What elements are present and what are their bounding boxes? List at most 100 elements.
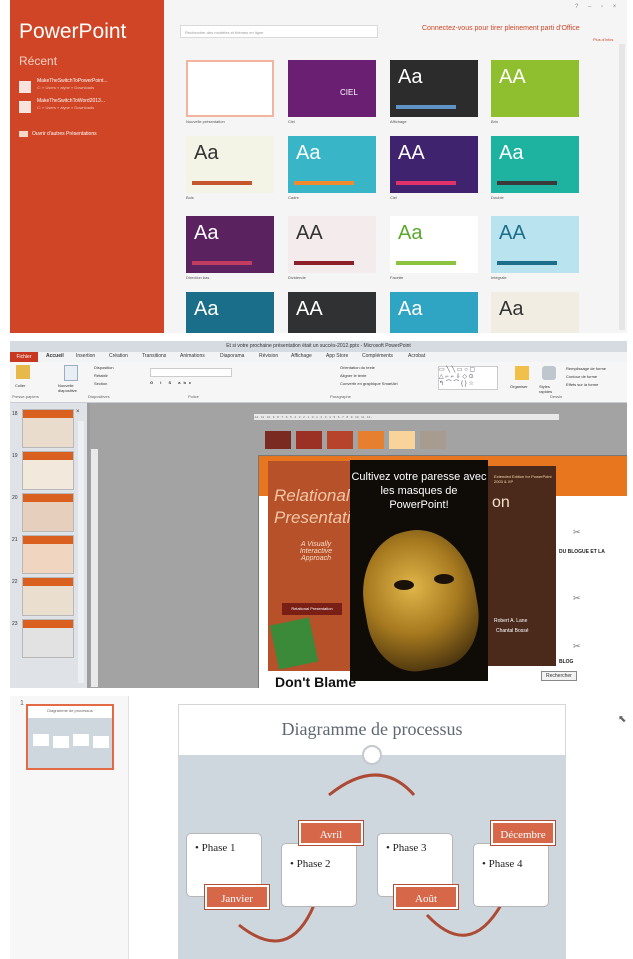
month-label[interactable]: Août bbox=[394, 885, 458, 909]
template-tile[interactable]: Aa bbox=[390, 60, 478, 117]
month-label[interactable]: Décembre bbox=[491, 821, 555, 845]
section-button[interactable]: Section bbox=[94, 381, 107, 386]
open-other-presentations[interactable]: Ouvrir d'autres Présentations bbox=[19, 131, 97, 137]
slide-thumbnail[interactable] bbox=[22, 619, 74, 658]
slide-thumbnail[interactable] bbox=[22, 535, 74, 574]
template-tile[interactable]: Aa bbox=[186, 136, 274, 193]
tab-app-store[interactable]: App Store bbox=[326, 353, 348, 359]
tab-file[interactable]: Fichier bbox=[10, 352, 38, 362]
font-name-select[interactable] bbox=[150, 368, 232, 377]
mask-panel[interactable]: Cultivez votre paresse avec les masques … bbox=[350, 460, 488, 681]
shape-fill-button[interactable]: Remplissage de forme bbox=[566, 366, 606, 371]
slide-number: 20 bbox=[12, 495, 18, 501]
slide-thumbnail[interactable] bbox=[22, 451, 74, 490]
book-cover-right[interactable]: Extended Edition for PowerPoint 2003 & X… bbox=[488, 466, 556, 666]
layout-button[interactable]: Disposition bbox=[94, 365, 114, 370]
shapes-gallery[interactable]: ▭ ╲ ╲ ▭ ○ ▢ △ ⌐ ⌐ ⇩ ◇ ⊙ ↰ ⌒ ⌒ { } ☆ bbox=[438, 366, 498, 390]
color-swatch[interactable] bbox=[420, 431, 446, 449]
paste-icon[interactable] bbox=[16, 365, 30, 379]
template-tile[interactable]: Aa bbox=[491, 292, 579, 333]
tools-icon: ✂ bbox=[573, 641, 581, 651]
slide-thumbnail[interactable] bbox=[22, 577, 74, 616]
template-tile[interactable]: Aa bbox=[186, 216, 274, 273]
window-controls[interactable]: ? – ▫ × bbox=[575, 4, 620, 10]
smartart-button[interactable]: Convertir en graphique SmartArt bbox=[340, 381, 398, 386]
template-sample-text: AA bbox=[296, 222, 323, 244]
tab-insert[interactable]: Insertion bbox=[76, 353, 95, 359]
tab-acrobat[interactable]: Acrobat bbox=[408, 353, 425, 359]
slide-thumbnail[interactable] bbox=[22, 493, 74, 532]
slides-scrollbar[interactable] bbox=[78, 421, 84, 683]
tab-transitions[interactable]: Transitions bbox=[142, 353, 166, 359]
template-sample-text: AA bbox=[296, 298, 323, 320]
color-swatch[interactable] bbox=[358, 431, 384, 449]
phase-box[interactable]: • Phase 4 bbox=[473, 843, 549, 907]
paste-button[interactable]: Coller bbox=[15, 383, 25, 388]
color-swatch[interactable] bbox=[296, 431, 322, 449]
phase-box[interactable]: • Phase 2 bbox=[281, 843, 357, 907]
template-label: Cadre bbox=[288, 195, 299, 200]
tab-add-ins[interactable]: Compléments bbox=[362, 353, 393, 359]
slide-thumbnail-1[interactable]: Diagramme de processus bbox=[26, 704, 114, 770]
template-sample-text: AA bbox=[398, 142, 425, 164]
tools-icon: ✂ bbox=[573, 593, 581, 603]
diagram-slide[interactable]: Diagramme de processus • Phase 1 • Phase … bbox=[178, 704, 566, 959]
template-tile[interactable]: Aa bbox=[390, 292, 478, 333]
template-tile[interactable]: Aa bbox=[491, 136, 579, 193]
template-tile[interactable]: AA bbox=[288, 292, 376, 333]
sign-in-link[interactable]: Connectez-vous pour tirer pleinement par… bbox=[422, 25, 580, 32]
more-info-link[interactable]: Plus d'infos bbox=[593, 37, 613, 42]
recent-file-2[interactable]: MakeTheSwitchToWord2013... C: » Users » … bbox=[19, 98, 159, 118]
align-text-button[interactable]: Aligner le texte bbox=[340, 373, 366, 378]
color-swatch[interactable] bbox=[265, 431, 291, 449]
diagram-view: 1 Diagramme de processus Diagramme de pr… bbox=[10, 696, 633, 959]
recent-file-name: MakeTheSwitchToWord2013... bbox=[37, 98, 105, 104]
month-label[interactable]: Avril bbox=[299, 821, 363, 845]
font-format-buttons[interactable]: G I S abc bbox=[150, 380, 194, 385]
month-label[interactable]: Janvier bbox=[205, 885, 269, 909]
arrange-button[interactable]: Organiser bbox=[510, 384, 528, 389]
template-tile[interactable]: Aa bbox=[288, 136, 376, 193]
tab-animations[interactable]: Animations bbox=[180, 353, 205, 359]
shape-outline-button[interactable]: Contour de forme bbox=[566, 374, 597, 379]
shape-effects-button[interactable]: Effets sur la forme bbox=[566, 382, 598, 387]
thumbnail-box bbox=[93, 736, 109, 748]
template-tile[interactable]: CIEL bbox=[288, 60, 376, 117]
tab-design[interactable]: Création bbox=[109, 353, 128, 359]
group-slides: Diapositives bbox=[88, 394, 110, 399]
recent-file-1[interactable]: MakeTheSwitchToPowerPoint... C: » Users … bbox=[19, 78, 159, 98]
new-slide-button[interactable]: Nouvelle diapositive bbox=[58, 383, 88, 393]
template-tile[interactable]: AA bbox=[491, 216, 579, 273]
tab-review[interactable]: Révision bbox=[259, 353, 278, 359]
template-tile[interactable] bbox=[186, 60, 274, 117]
tab-slideshow[interactable]: Diaporama bbox=[220, 353, 244, 359]
template-tile[interactable]: Aa bbox=[186, 292, 274, 333]
arrange-icon[interactable] bbox=[515, 366, 529, 380]
template-color-stripe bbox=[194, 103, 254, 107]
template-sample-text: Aa bbox=[194, 222, 219, 244]
new-slide-icon[interactable] bbox=[64, 365, 78, 381]
color-swatch[interactable] bbox=[327, 431, 353, 449]
template-tile[interactable]: AA bbox=[288, 216, 376, 273]
gallery-scrollbar[interactable] bbox=[619, 44, 625, 330]
text-direction-button[interactable]: Orientation du texte bbox=[340, 365, 375, 370]
reset-button[interactable]: Rétablir bbox=[94, 373, 108, 378]
blog-label: DU BLOGUE ET LA bbox=[559, 549, 605, 555]
template-search-input[interactable]: Rechercher des modèles et thèmes en lign… bbox=[180, 25, 378, 38]
quick-styles-icon[interactable] bbox=[542, 366, 556, 380]
search-button[interactable]: Rechercher bbox=[541, 671, 577, 681]
tab-view[interactable]: Affichage bbox=[291, 353, 312, 359]
template-color-stripe bbox=[497, 105, 557, 109]
slide-thumbnail[interactable] bbox=[22, 409, 74, 448]
slide-bottom-text: Don't Blame bbox=[275, 674, 357, 688]
color-swatch[interactable] bbox=[389, 431, 415, 449]
book-left-subtitle: A Visually Interactive Approach bbox=[299, 541, 333, 562]
book-cover-left[interactable]: Relational Presentation A Visually Inter… bbox=[268, 461, 358, 671]
template-tile[interactable]: Aa bbox=[390, 216, 478, 273]
process-arrow bbox=[328, 773, 416, 797]
template-tile[interactable]: AA bbox=[491, 60, 579, 117]
tab-home[interactable]: Accueil bbox=[46, 353, 64, 359]
close-pane-icon[interactable]: × bbox=[76, 409, 80, 415]
quick-styles-button[interactable]: Styles rapides bbox=[539, 384, 561, 394]
template-tile[interactable]: AA bbox=[390, 136, 478, 193]
